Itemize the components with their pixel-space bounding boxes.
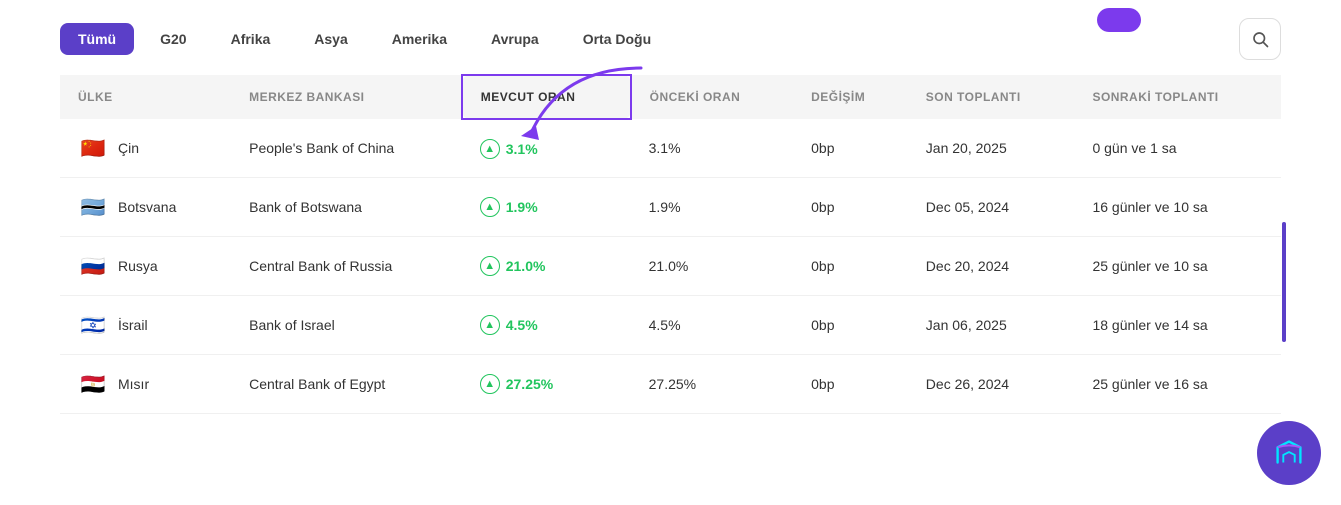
up-arrow-icon: ▲ xyxy=(480,374,500,394)
next-meeting-cell: 18 günler ve 14 sa xyxy=(1074,296,1281,355)
up-arrow-icon: ▲ xyxy=(480,139,500,159)
country-name: Botsvana xyxy=(118,199,176,215)
change-cell: 0bp xyxy=(793,178,908,237)
country-name: Rusya xyxy=(118,258,158,274)
nav-bar: TümüG20 AfrikaAsya AmerikaAvrupaOrta Doğu xyxy=(0,0,1341,74)
nav-btn-tümü[interactable]: Tümü xyxy=(60,23,134,55)
logo-badge xyxy=(1257,421,1321,485)
prev-rate-cell: 21.0% xyxy=(631,237,794,296)
next-meeting-cell: 0 gün ve 1 sa xyxy=(1074,119,1281,178)
up-arrow-icon: ▲ xyxy=(480,197,500,217)
flag-icon: 🇷🇺 xyxy=(78,251,108,281)
last-meeting-cell: Jan 06, 2025 xyxy=(908,296,1075,355)
change-cell: 0bp xyxy=(793,119,908,178)
rate-value: 3.1% xyxy=(506,141,538,157)
prev-rate-cell: 4.5% xyxy=(631,296,794,355)
bank-cell: Central Bank of Egypt xyxy=(231,355,462,414)
rate-cell: ▲ 27.25% xyxy=(462,355,631,414)
country-name: Çin xyxy=(118,140,139,156)
country-cell: 🇨🇳 Çin xyxy=(60,119,231,178)
change-cell: 0bp xyxy=(793,296,908,355)
flag-icon: 🇨🇳 xyxy=(78,133,108,163)
bank-cell: Bank of Botswana xyxy=(231,178,462,237)
table-row: 🇪🇬 Mısır Central Bank of Egypt ▲ 27.25% 27.25… xyxy=(60,355,1281,414)
search-button[interactable] xyxy=(1239,18,1281,60)
col-ülke: ÜLKE xyxy=(60,75,231,119)
rate-value: 4.5% xyxy=(506,317,538,333)
country-cell: 🇮🇱 İsrail xyxy=(60,296,231,355)
change-cell: 0bp xyxy=(793,237,908,296)
next-meeting-cell: 16 günler ve 10 sa xyxy=(1074,178,1281,237)
nav-btn-g20[interactable]: G20 xyxy=(142,23,204,55)
table-row: 🇷🇺 Rusya Central Bank of Russia ▲ 21.0% 21.0%… xyxy=(60,237,1281,296)
bank-cell: People's Bank of China xyxy=(231,119,462,178)
tooltip-bubble xyxy=(1097,8,1141,32)
nav-btn-orta-doğu[interactable]: Orta Doğu xyxy=(565,23,669,55)
up-arrow-icon: ▲ xyxy=(480,256,500,276)
next-meeting-cell: 25 günler ve 16 sa xyxy=(1074,355,1281,414)
rate-value: 21.0% xyxy=(506,258,546,274)
rate-value: 27.25% xyxy=(506,376,553,392)
rate-cell: ▲ 4.5% xyxy=(462,296,631,355)
country-cell: 🇷🇺 Rusya xyxy=(60,237,231,296)
col-merkez-bankasi: MERKEZ BANKASI xyxy=(231,75,462,119)
up-arrow-icon: ▲ xyxy=(480,315,500,335)
col-önceki̇-oran: ÖNCEKİ ORAN xyxy=(631,75,794,119)
prev-rate-cell: 3.1% xyxy=(631,119,794,178)
next-meeting-cell: 25 günler ve 10 sa xyxy=(1074,237,1281,296)
country-cell: 🇧🇼 Botsvana xyxy=(60,178,231,237)
bank-cell: Bank of Israel xyxy=(231,296,462,355)
last-meeting-cell: Dec 20, 2024 xyxy=(908,237,1075,296)
col-deği̇şi̇m: DEĞİŞİM xyxy=(793,75,908,119)
nav-btn-afrika[interactable]: Afrika xyxy=(213,23,289,55)
last-meeting-cell: Dec 05, 2024 xyxy=(908,178,1075,237)
table-wrap: ÜLKEMERKEZ BANKASIMEVCUT ORANÖNCEKİ ORAN… xyxy=(0,74,1341,434)
last-meeting-cell: Jan 20, 2025 xyxy=(908,119,1075,178)
col-mevcut-oran: MEVCUT ORAN xyxy=(462,75,631,119)
country-name: İsrail xyxy=(118,317,148,333)
nav-btn-avrupa[interactable]: Avrupa xyxy=(473,23,557,55)
scrollbar[interactable] xyxy=(1282,222,1286,342)
flag-icon: 🇮🇱 xyxy=(78,310,108,340)
table-row: 🇨🇳ÇinPeople's Bank of China▲3.1%3.1%0bpJ… xyxy=(60,119,1281,178)
country-name: Mısır xyxy=(118,376,149,392)
last-meeting-cell: Dec 26, 2024 xyxy=(908,355,1075,414)
flag-icon: 🇪🇬 xyxy=(78,369,108,399)
col-sonraki̇-toplanti: SONRAKİ TOPLANTI xyxy=(1074,75,1281,119)
table-row: 🇧🇼BotsvanaBank of Botswana▲1.9%1.9%0bpDe… xyxy=(60,178,1281,237)
rate-cell: ▲ 1.9% xyxy=(462,178,631,237)
rate-value: 1.9% xyxy=(506,199,538,215)
country-cell: 🇪🇬 Mısır xyxy=(60,355,231,414)
prev-rate-cell: 1.9% xyxy=(631,178,794,237)
prev-rate-cell: 27.25% xyxy=(631,355,794,414)
rate-cell: ▲ 3.1% xyxy=(462,119,631,178)
col-son-toplanti: SON TOPLANTI xyxy=(908,75,1075,119)
flag-icon: 🇧🇼 xyxy=(78,192,108,222)
nav-btn-asya[interactable]: Asya xyxy=(296,23,365,55)
bank-cell: Central Bank of Russia xyxy=(231,237,462,296)
rate-cell: ▲ 21.0% xyxy=(462,237,631,296)
table-row: 🇮🇱İsrailBank of Israel▲4.5%4.5%0bpJan 06… xyxy=(60,296,1281,355)
rates-table: ÜLKEMERKEZ BANKASIMEVCUT ORANÖNCEKİ ORAN… xyxy=(60,74,1281,414)
nav-btn-amerika[interactable]: Amerika xyxy=(374,23,465,55)
change-cell: 0bp xyxy=(793,355,908,414)
